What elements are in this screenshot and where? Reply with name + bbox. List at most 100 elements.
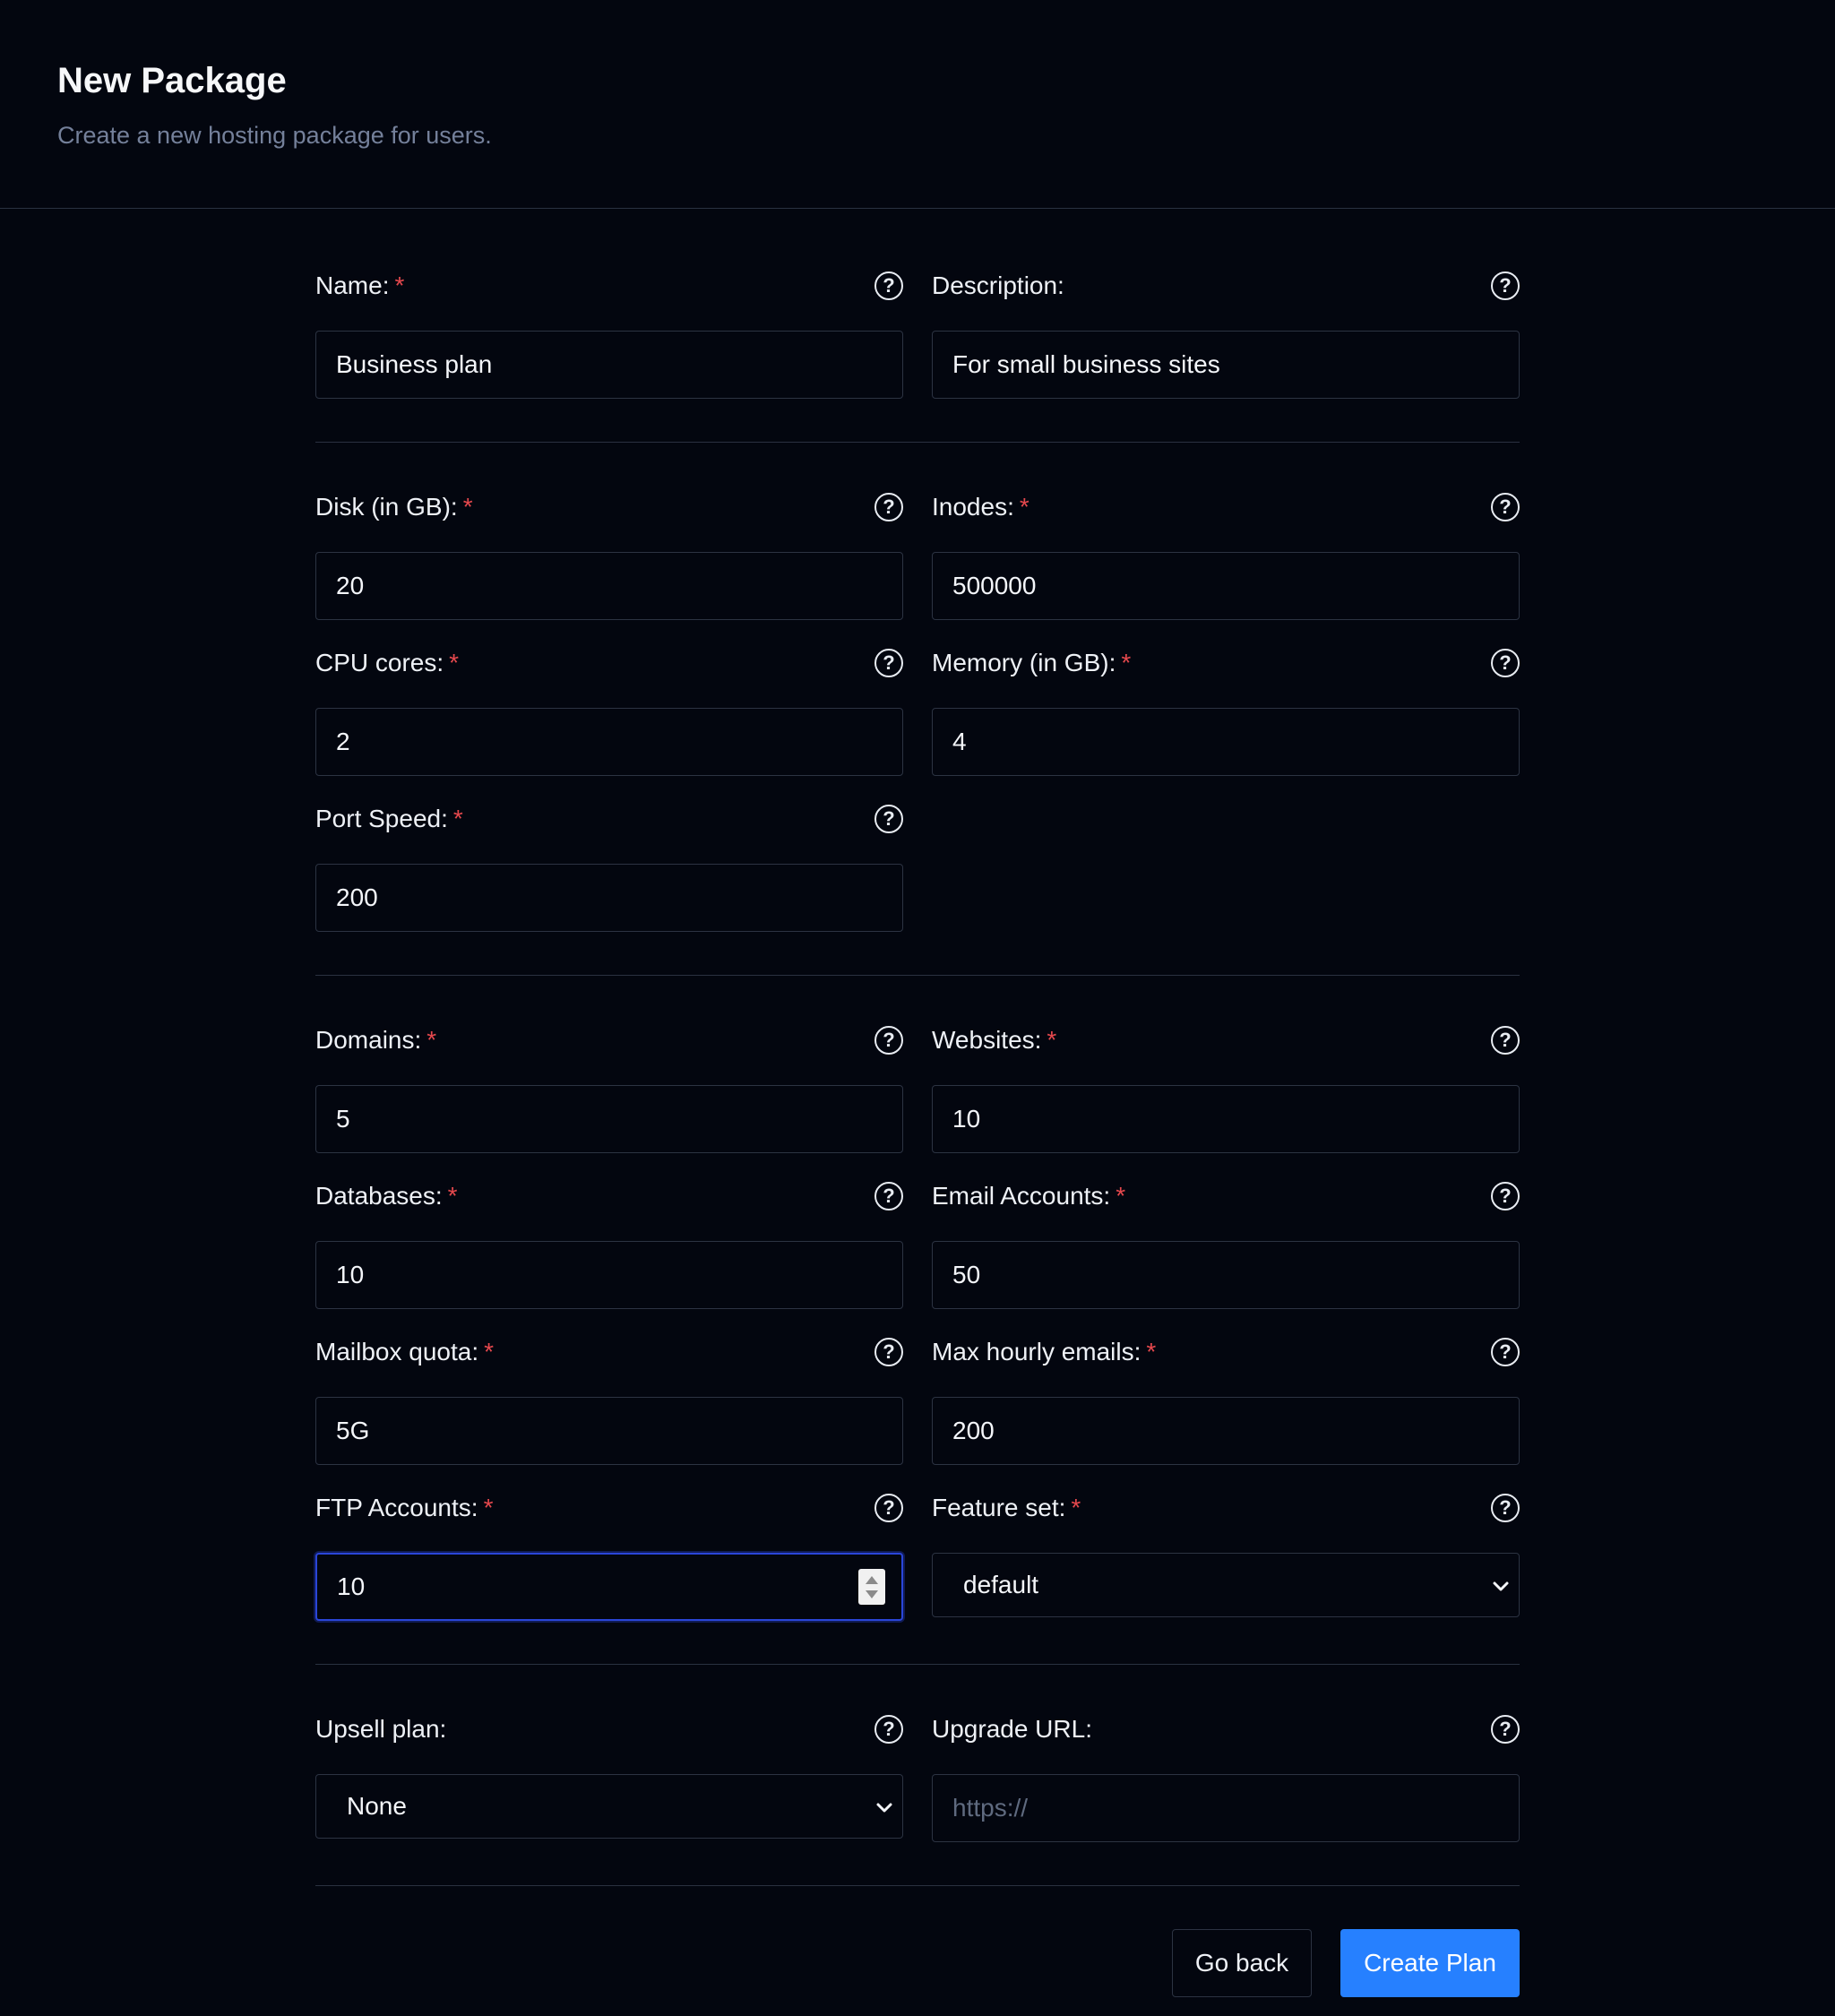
- number-stepper[interactable]: [858, 1569, 885, 1605]
- field-cpu: CPU cores: * ?: [315, 642, 903, 776]
- required-mark: *: [1047, 1026, 1057, 1054]
- cpu-label: CPU cores: *: [315, 649, 460, 676]
- upsell-plan-select[interactable]: None: [315, 1774, 903, 1839]
- domains-label: Domains: *: [315, 1026, 437, 1054]
- email-accounts-label: Email Accounts: *: [932, 1182, 1126, 1210]
- name-input[interactable]: [315, 331, 903, 399]
- ftp-accounts-label: FTP Accounts: *: [315, 1494, 494, 1521]
- create-plan-button[interactable]: Create Plan: [1340, 1929, 1520, 1997]
- mailbox-quota-input[interactable]: [315, 1397, 903, 1465]
- max-hourly-emails-label: Max hourly emails: *: [932, 1338, 1157, 1366]
- inodes-label: Inodes: *: [932, 493, 1029, 521]
- field-inodes: Inodes: * ?: [932, 486, 1520, 620]
- databases-label: Databases: *: [315, 1182, 458, 1210]
- name-label: Name: *: [315, 271, 405, 299]
- feature-set-value: default: [963, 1571, 1039, 1598]
- required-mark: *: [449, 649, 460, 676]
- databases-input[interactable]: [315, 1241, 903, 1309]
- cpu-input[interactable]: [315, 708, 903, 776]
- help-icon[interactable]: ?: [874, 1026, 903, 1055]
- field-ftp-accounts: FTP Accounts: * ?: [315, 1486, 903, 1621]
- field-websites: Websites: * ?: [932, 1019, 1520, 1153]
- required-mark: *: [1019, 493, 1029, 521]
- help-icon[interactable]: ?: [1491, 271, 1520, 300]
- help-icon[interactable]: ?: [874, 271, 903, 300]
- help-icon[interactable]: ?: [1491, 1715, 1520, 1744]
- section-resources: Disk (in GB):* ? Inodes:* ? CPU cores:* …: [315, 443, 1520, 976]
- section-general: Name:* ? Description: ?: [315, 209, 1520, 443]
- description-input[interactable]: [932, 331, 1520, 399]
- field-name: Name: * ?: [315, 264, 903, 399]
- package-form: Name:* ? Description: ? Disk (in GB):* ?: [315, 209, 1520, 1997]
- required-mark: *: [452, 805, 463, 832]
- help-icon[interactable]: ?: [1491, 1338, 1520, 1366]
- help-icon[interactable]: ?: [1491, 649, 1520, 677]
- max-hourly-emails-input[interactable]: [932, 1397, 1520, 1465]
- help-icon[interactable]: ?: [874, 1338, 903, 1366]
- memory-input[interactable]: [932, 708, 1520, 776]
- description-label: Description:: [932, 271, 1064, 299]
- required-mark: *: [394, 271, 405, 299]
- help-icon[interactable]: ?: [874, 805, 903, 833]
- help-icon[interactable]: ?: [874, 1182, 903, 1210]
- upgrade-url-label: Upgrade URL:: [932, 1715, 1092, 1743]
- help-icon[interactable]: ?: [874, 493, 903, 521]
- field-upsell-plan: Upsell plan: ? None: [315, 1708, 903, 1842]
- field-port-speed: Port Speed: * ?: [315, 797, 903, 932]
- required-mark: *: [462, 493, 473, 521]
- ftp-accounts-wrapper: [315, 1553, 903, 1621]
- required-mark: *: [1071, 1494, 1081, 1521]
- port-speed-input[interactable]: [315, 864, 903, 932]
- section-limits: Domains:* ? Websites:* ? Databases:* ?: [315, 976, 1520, 1665]
- required-mark: *: [484, 1338, 495, 1366]
- ftp-accounts-input[interactable]: [315, 1553, 903, 1621]
- required-mark: *: [483, 1494, 494, 1521]
- mailbox-quota-label: Mailbox quota: *: [315, 1338, 495, 1366]
- upsell-plan-label: Upsell plan:: [315, 1715, 447, 1743]
- required-mark: *: [447, 1182, 458, 1210]
- form-actions: Go back Create Plan: [315, 1886, 1520, 1997]
- websites-label: Websites: *: [932, 1026, 1057, 1054]
- disk-input[interactable]: [315, 552, 903, 620]
- help-icon[interactable]: ?: [874, 649, 903, 677]
- feature-set-label: Feature set: *: [932, 1494, 1081, 1521]
- help-icon[interactable]: ?: [1491, 1182, 1520, 1210]
- memory-label: Memory (in GB): *: [932, 649, 1132, 676]
- inodes-input[interactable]: [932, 552, 1520, 620]
- help-icon[interactable]: ?: [1491, 1494, 1520, 1522]
- go-back-button[interactable]: Go back: [1172, 1929, 1312, 1997]
- field-disk: Disk (in GB): * ?: [315, 486, 903, 620]
- feature-set-select[interactable]: default: [932, 1553, 1520, 1617]
- upgrade-url-input[interactable]: [932, 1774, 1520, 1842]
- websites-input[interactable]: [932, 1085, 1520, 1153]
- stepper-up-icon[interactable]: [866, 1575, 878, 1584]
- field-domains: Domains: * ?: [315, 1019, 903, 1153]
- field-description: Description: ?: [932, 264, 1520, 399]
- help-icon[interactable]: ?: [874, 1494, 903, 1522]
- required-mark: *: [426, 1026, 437, 1054]
- field-max-hourly-emails: Max hourly emails: * ?: [932, 1331, 1520, 1465]
- field-databases: Databases: * ?: [315, 1175, 903, 1309]
- field-upgrade-url: Upgrade URL: ?: [932, 1708, 1520, 1842]
- required-mark: *: [1121, 649, 1132, 676]
- field-mailbox-quota: Mailbox quota: * ?: [315, 1331, 903, 1465]
- section-upsell: Upsell plan: ? None Upgrade URL: ?: [315, 1665, 1520, 1886]
- chevron-down-icon: [876, 1803, 892, 1813]
- help-icon[interactable]: ?: [1491, 493, 1520, 521]
- chevron-down-icon: [1493, 1581, 1509, 1591]
- field-memory: Memory (in GB): * ?: [932, 642, 1520, 776]
- field-feature-set: Feature set: * ? default: [932, 1486, 1520, 1621]
- page-title: New Package: [57, 61, 287, 100]
- required-mark: *: [1146, 1338, 1157, 1366]
- port-speed-label: Port Speed: *: [315, 805, 463, 832]
- page-subtitle: Create a new hosting package for users.: [57, 122, 492, 149]
- domains-input[interactable]: [315, 1085, 903, 1153]
- help-icon[interactable]: ?: [1491, 1026, 1520, 1055]
- page-header: New Package Create a new hosting package…: [0, 0, 1835, 209]
- email-accounts-input[interactable]: [932, 1241, 1520, 1309]
- field-email-accounts: Email Accounts: * ?: [932, 1175, 1520, 1309]
- required-mark: *: [1116, 1182, 1126, 1210]
- upsell-plan-value: None: [347, 1792, 407, 1820]
- help-icon[interactable]: ?: [874, 1715, 903, 1744]
- stepper-down-icon[interactable]: [866, 1590, 878, 1598]
